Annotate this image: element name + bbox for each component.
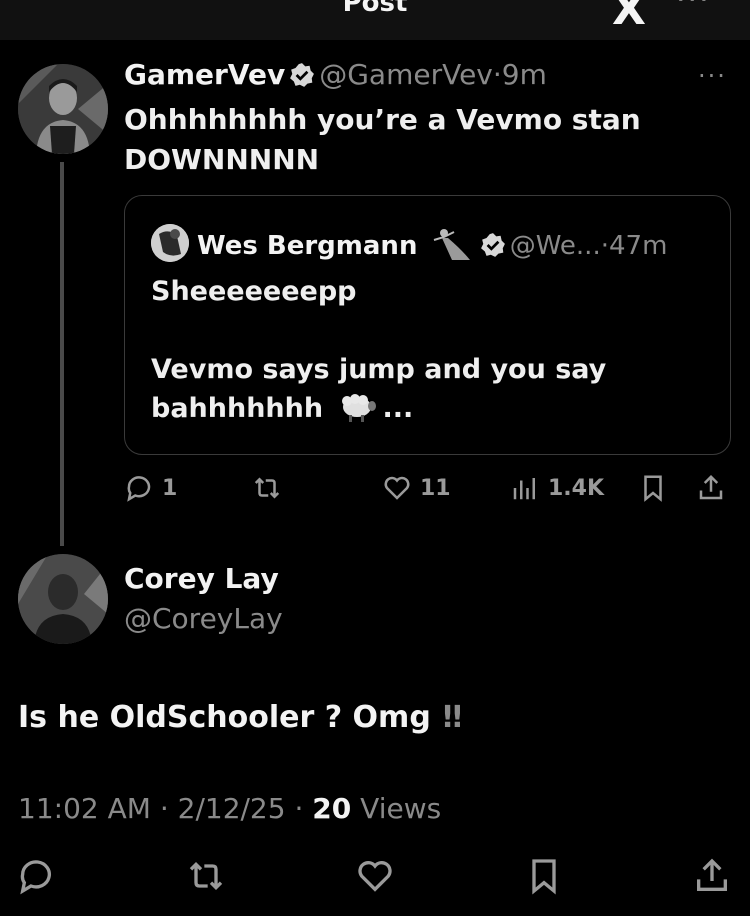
separator: · (159, 792, 169, 825)
more-options-icon[interactable]: ··· (676, 0, 711, 17)
x-logo-icon: X (612, 0, 646, 35)
main-post-text: Is he OldSchooler ? Omg!! (18, 700, 464, 735)
avatar-gamervev[interactable] (18, 64, 108, 154)
share-button[interactable] (696, 470, 734, 506)
comment-icon (127, 476, 151, 502)
share-icon[interactable] (692, 856, 732, 896)
bookmark-icon (644, 475, 662, 502)
views-button[interactable]: 1.4K (510, 470, 604, 506)
reply-count: 1 (162, 475, 178, 501)
main-actions (0, 852, 750, 902)
thread-line (60, 162, 64, 546)
repost-icon[interactable] (186, 856, 226, 896)
quote-author-handle[interactable]: @We... (510, 231, 601, 261)
repost-button[interactable] (252, 470, 290, 506)
separator: · (600, 231, 609, 261)
quoted-post-card[interactable]: Wes Bergmann @We...·47m Sheeeeeeepp Vevm… (124, 195, 731, 455)
like-button[interactable]: 11 (382, 470, 451, 506)
repost-icon (254, 477, 280, 499)
separator: · (492, 58, 502, 91)
reply-button[interactable]: 1 (124, 470, 177, 506)
reply-author-handle[interactable]: @GamerVev (319, 58, 493, 91)
post-meta: 11:02 AM · 2/12/25 · 20 Views (18, 792, 441, 825)
reply-more-icon[interactable]: ··· (698, 62, 727, 90)
dancer-emoji-icon (433, 229, 470, 260)
verified-badge-icon (290, 63, 315, 87)
post-time: 11:02 AM (18, 792, 151, 825)
top-bar: Post X ··· (0, 0, 750, 40)
quote-header: Wes Bergmann @We...·47m (151, 224, 667, 262)
heart-icon (384, 476, 410, 500)
views-count[interactable]: 20 (312, 792, 351, 825)
comment-icon[interactable] (16, 856, 56, 896)
reply-actions: 1 11 1.4K (124, 470, 734, 510)
sheep-emoji-icon (341, 394, 376, 422)
reply-time[interactable]: 9m (502, 58, 547, 91)
quote-ellipsis: ... (382, 393, 414, 424)
main-author-name[interactable]: Corey Lay (124, 562, 279, 595)
double-exclamation-emoji: !! (440, 700, 464, 735)
views-chart-icon (513, 478, 535, 500)
heart-icon[interactable] (355, 856, 395, 896)
main-author-handle[interactable]: @CoreyLay (124, 602, 283, 635)
share-icon (699, 474, 723, 500)
views-label: Views (360, 792, 442, 825)
reply-header: GamerVev @GamerVev·9m (124, 58, 547, 91)
like-count: 11 (420, 475, 451, 501)
quote-line-1: Sheeeeeeepp (151, 276, 357, 307)
reply-author-name[interactable]: GamerVev (124, 58, 285, 91)
avatar-corey-lay[interactable] (18, 554, 108, 644)
quote-author-name[interactable]: Wes Bergmann (197, 231, 417, 261)
bookmark-button[interactable] (638, 470, 676, 506)
bookmark-icon[interactable] (524, 856, 564, 896)
verified-badge-icon (480, 233, 505, 257)
quote-line-2: Vevmo says jump and you say bahhhhhhh ..… (151, 354, 607, 424)
avatar-wes-bergmann (151, 224, 189, 262)
views-count: 1.4K (548, 475, 605, 501)
quote-time: 47m (608, 231, 668, 261)
post-date: 2/12/25 (177, 792, 286, 825)
quote-text: Sheeeeeeepp Vevmo says jump and you say … (151, 272, 711, 428)
separator: · (294, 792, 304, 825)
reply-text: Ohhhhhhhh you’re a Vevmo stan DOWNNNNN (124, 103, 641, 176)
